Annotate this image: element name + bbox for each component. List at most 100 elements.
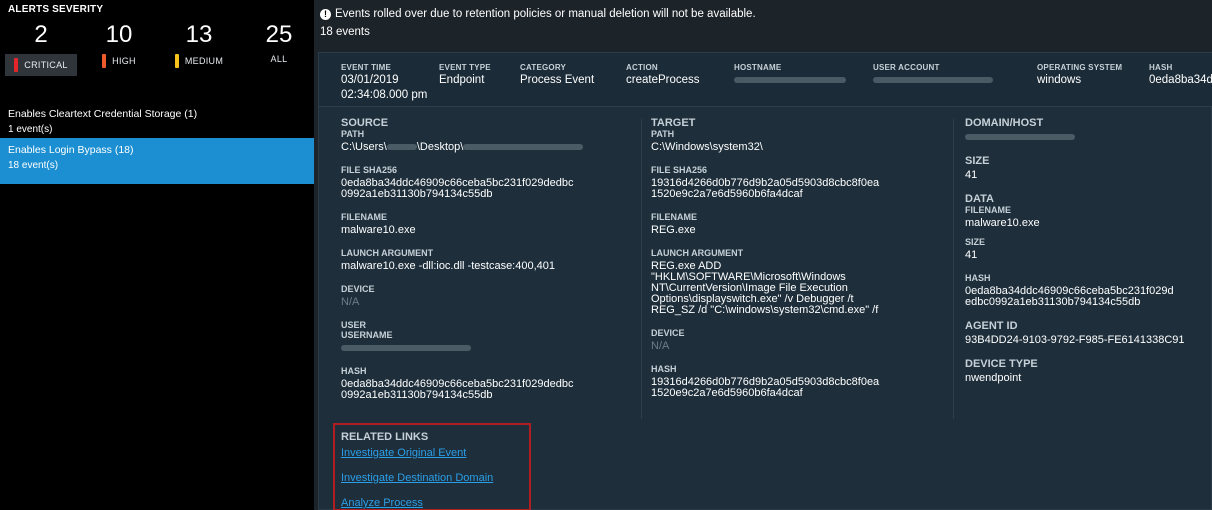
investigate-original-event-link[interactable]: Investigate Original Event	[341, 447, 523, 459]
alert-name: Enables Cleartext Credential Storage (1)	[8, 108, 198, 120]
alert-event-count: 18 event(s)	[8, 160, 59, 171]
hash-value: 0eda8ba34d	[1149, 74, 1212, 86]
severity-count: 10	[105, 21, 133, 48]
category-column: CATEGORY Process Event	[520, 63, 594, 87]
source-path: C:\Users\ \Desktop\	[341, 142, 641, 153]
severity-label: HIGH	[112, 56, 136, 66]
target-launch-line5: REG_SZ /d "C:\windows\system32\cmd.exe" …	[651, 304, 879, 316]
section-title: TARGET	[651, 117, 696, 129]
redacted-value	[873, 76, 993, 83]
column-label: CATEGORY	[520, 63, 567, 72]
event-count: 18 events	[320, 26, 370, 38]
column-label: HOSTNAME	[734, 63, 782, 72]
redacted-value	[341, 345, 471, 352]
severity-all[interactable]: 25 ALL	[240, 20, 318, 64]
alerts-severity-panel: ALERTS SEVERITY 2 CRITICAL 10 HIGH 13 ME…	[0, 0, 314, 510]
target-filename: REG.exe	[651, 224, 696, 236]
high-indicator	[102, 54, 107, 68]
field-label: DEVICE	[341, 284, 375, 294]
source-column: SOURCE PATH C:\Users\ \Desktop\ FILE SHA2…	[341, 117, 641, 413]
column-label: ACTION	[626, 63, 658, 72]
action-column: ACTION createProcess	[626, 63, 700, 87]
field-label: HASH	[965, 273, 991, 283]
field-label: DEVICE	[651, 328, 685, 338]
column-divider	[953, 119, 954, 419]
severity-label: MEDIUM	[184, 56, 224, 66]
data-filename: malware10.exe	[965, 217, 1040, 229]
section-title: SIZE	[965, 155, 990, 167]
os-column: OPERATING SYSTEM windows	[1037, 63, 1122, 87]
redacted-value	[734, 76, 846, 83]
target-hash-line2: 1520e9c2a7e6d5960b6fa4dcaf	[651, 387, 803, 399]
severity-count: 13	[185, 21, 213, 48]
category-value: Process Event	[520, 74, 595, 86]
severity-count: 2	[34, 21, 48, 48]
section-title: AGENT ID	[965, 320, 1018, 332]
event-time-column: EVENT TIME 03/01/2019 02:34:08.000 pm	[341, 63, 427, 102]
alert-name: Enables Login Bypass (18)	[8, 144, 134, 156]
target-sha-line2: 1520e9c2a7e6d5960b6fa4dcaf	[651, 188, 803, 200]
alert-item-cleartext-credential[interactable]: Enables Cleartext Credential Storage (1)…	[0, 102, 314, 141]
source-filename: malware10.exe	[341, 224, 416, 236]
column-label: HASH	[1149, 63, 1173, 72]
data-hash-line2: edbc0992a1eb31130b794134c55db	[965, 296, 1141, 308]
field-label: FILE SHA256	[341, 165, 398, 175]
section-title: SOURCE	[341, 117, 389, 129]
source-device: N/A	[341, 296, 360, 308]
field-label: HASH	[341, 366, 367, 376]
banner-message: Events rolled over due to retention poli…	[335, 8, 756, 20]
source-launch-argument: malware10.exe -dll:ioc.dll -testcase:400…	[341, 260, 556, 272]
retention-banner: ! Events rolled over due to retention pol…	[320, 8, 1212, 38]
section-title: RELATED LINKS	[341, 431, 429, 443]
data-size: 41	[965, 249, 978, 261]
source-sha-line2: 0992a1eb31130b794134c55db	[341, 188, 493, 200]
severity-medium[interactable]: 13 MEDIUM	[160, 20, 238, 68]
field-label: FILE SHA256	[651, 165, 708, 175]
analyze-process-link[interactable]: Analyze Process	[341, 497, 523, 509]
column-label: EVENT TYPE	[439, 63, 491, 72]
field-label: FILENAME	[651, 212, 697, 222]
field-label: HASH	[651, 364, 677, 374]
event-date: 03/01/2019	[341, 74, 399, 86]
event-detail-panel: EVENT TIME 03/01/2019 02:34:08.000 pm EV…	[318, 52, 1212, 510]
hash-column: HASH 0eda8ba34d	[1149, 63, 1212, 87]
agent-id: 93B4DD24-9103-9792-F985-FE6141338C91	[965, 334, 1185, 346]
event-type-value: Endpoint	[439, 74, 485, 86]
field-label: PATH	[651, 129, 675, 139]
critical-indicator	[14, 58, 19, 72]
alert-item-login-bypass[interactable]: Enables Login Bypass (18) 18 event(s)	[0, 138, 314, 184]
severity-high[interactable]: 10 HIGH	[80, 20, 158, 68]
event-type-column: EVENT TYPE Endpoint	[439, 63, 491, 87]
severity-label: CRITICAL	[24, 60, 68, 70]
severity-critical[interactable]: 2 CRITICAL	[2, 20, 80, 76]
event-header-row[interactable]: EVENT TIME 03/01/2019 02:34:08.000 pm EV…	[319, 53, 1212, 107]
target-device: N/A	[651, 340, 670, 352]
event-clock: 02:34:08.000 pm	[341, 89, 428, 101]
user-account-column: USER ACCOUNT	[873, 63, 993, 87]
panel-title: ALERTS SEVERITY	[8, 4, 104, 15]
section-title: DATA	[965, 193, 994, 205]
section-title: DOMAIN/HOST	[965, 117, 1044, 129]
column-divider	[641, 119, 642, 419]
field-label: FILENAME	[341, 212, 387, 222]
field-label: USERNAME	[341, 330, 393, 340]
medium-indicator	[174, 54, 179, 68]
domain-column: DOMAIN/HOST SIZE 41 DATA FILENAME malwar…	[965, 117, 1205, 396]
domain-size: 41	[965, 169, 978, 181]
alert-event-count: 1 event(s)	[8, 124, 53, 135]
redacted-value	[965, 134, 1075, 141]
os-value: windows	[1037, 74, 1082, 86]
investigate-destination-domain-link[interactable]: Investigate Destination Domain	[341, 472, 523, 484]
field-label: USER	[341, 320, 367, 330]
target-path: C:\Windows\system32\	[651, 141, 763, 153]
field-label: SIZE	[965, 237, 986, 247]
action-value: createProcess	[626, 74, 700, 86]
info-icon: !	[320, 8, 331, 20]
device-type: nwendpoint	[965, 372, 1022, 384]
related-links-box: RELATED LINKS Investigate Original Event…	[333, 423, 531, 510]
field-label: FILENAME	[965, 205, 1011, 215]
field-label: LAUNCH ARGUMENT	[341, 248, 434, 258]
hostname-column: HOSTNAME	[734, 63, 846, 87]
severity-label: ALL	[270, 54, 288, 64]
severity-count: 25	[265, 21, 293, 48]
